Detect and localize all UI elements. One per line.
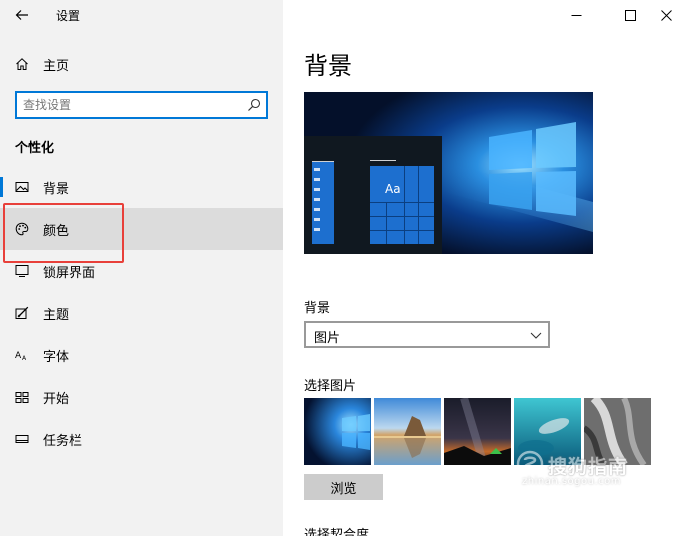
sidebar-item-fonts[interactable]: AA 字体 (0, 334, 283, 376)
svg-text:A: A (15, 351, 22, 361)
font-icon: AA (14, 347, 30, 363)
watermark-url: zhinan.sogou.com (522, 476, 622, 487)
watermark-brand: 搜狗指南 (548, 456, 629, 478)
sidebar-item-taskbar[interactable]: 任务栏 (0, 418, 283, 460)
maximize-button[interactable] (612, 0, 648, 30)
sidebar: 设置 主页 个性化 背景 颜色 锁屏界面 (0, 0, 283, 536)
lock-screen-icon (14, 263, 30, 279)
picture-thumbnail-3[interactable] (444, 398, 511, 465)
image-icon (14, 179, 30, 195)
background-preview: Aa (304, 92, 593, 254)
sidebar-item-label: 主页 (43, 58, 70, 74)
search-input[interactable] (23, 96, 243, 114)
sidebar-item-background[interactable]: 背景 (0, 166, 283, 208)
sidebar-item-colors[interactable]: 颜色 (0, 208, 283, 250)
sidebar-item-label: 开始 (43, 391, 70, 407)
close-icon (660, 9, 672, 21)
browse-button[interactable]: 浏览 (304, 474, 383, 500)
dropdown-value: 图片 (314, 331, 341, 346)
picture-thumbnail-2[interactable] (374, 398, 441, 465)
picture-thumbnail-1[interactable] (304, 398, 371, 465)
theme-icon (14, 305, 30, 321)
close-button[interactable] (648, 0, 684, 30)
start-icon (14, 389, 30, 405)
choose-fit-label: 选择契合度 (304, 528, 370, 536)
sogou-logo-icon (516, 450, 544, 478)
search-icon[interactable] (247, 98, 261, 112)
page-title: 背景 (304, 52, 352, 80)
sidebar-item-home[interactable]: 主页 (0, 43, 283, 85)
sidebar-item-start[interactable]: 开始 (0, 376, 283, 418)
title-bar: 设置 (0, 0, 283, 32)
search-box[interactable] (15, 91, 268, 119)
desktop-preview-image: Aa (304, 92, 593, 254)
sidebar-item-themes[interactable]: 主题 (0, 292, 283, 334)
back-button[interactable] (6, 2, 38, 28)
maximize-icon (624, 9, 636, 21)
background-type-label: 背景 (304, 301, 331, 316)
sidebar-item-label: 颜色 (43, 223, 70, 239)
app-title: 设置 (56, 9, 81, 23)
background-type-dropdown[interactable]: 图片 (304, 321, 550, 348)
minimize-button[interactable] (558, 0, 594, 30)
svg-text:A: A (22, 355, 27, 362)
home-icon (14, 56, 30, 72)
active-indicator (0, 177, 3, 197)
chevron-down-icon (530, 332, 542, 339)
back-arrow-icon (15, 10, 28, 20)
sidebar-item-label: 任务栏 (43, 433, 83, 449)
minimize-icon (571, 14, 581, 16)
preview-tile-text: Aa (385, 182, 401, 196)
sidebar-item-label: 字体 (43, 349, 70, 365)
choose-picture-label: 选择图片 (304, 379, 357, 394)
section-title: 个性化 (15, 141, 55, 156)
sidebar-item-label: 主题 (43, 307, 70, 323)
sidebar-item-label: 锁屏界面 (43, 265, 96, 281)
taskbar-icon (14, 431, 30, 447)
palette-icon (14, 221, 30, 237)
sidebar-item-label: 背景 (43, 181, 70, 197)
watermark: 搜狗指南 zhinan.sogou.com (512, 448, 692, 494)
sidebar-item-lock-screen[interactable]: 锁屏界面 (0, 250, 283, 292)
